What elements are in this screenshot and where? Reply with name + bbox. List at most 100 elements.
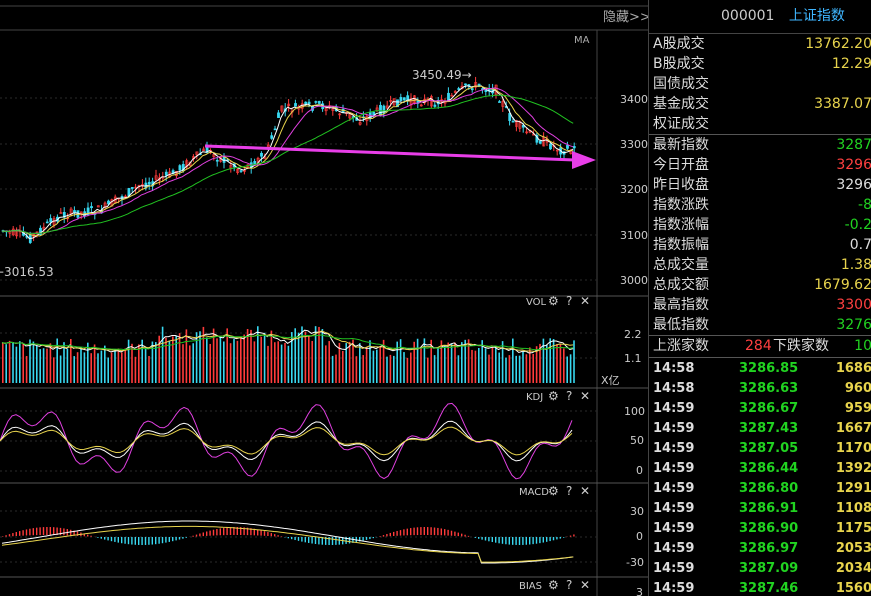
tick-time: 14:59 (653, 521, 695, 536)
stat-row: 最低指数 3276 (649, 315, 871, 335)
kdj-gear-icon[interactable]: ⚙ (548, 389, 559, 403)
stat-row: B股成交 12.29 (649, 54, 871, 74)
vol-gear-icon[interactable]: ⚙ (548, 294, 559, 308)
tick-volume: 1667 (835, 421, 871, 436)
kdj-close-icon[interactable]: ✕ (580, 389, 590, 403)
vol-panel-title: VOL (526, 297, 547, 308)
tick-row: 14:59 3286.80 1291 (649, 479, 871, 499)
low-annotation: ←3016.53 (0, 265, 54, 279)
advance-decline-row: 上涨家数 284 下跌家数 10 (649, 336, 871, 358)
stat-row: 基金成交 3387.07 (649, 94, 871, 114)
macd-close-icon[interactable]: ✕ (580, 484, 590, 498)
stat-label: A股成交 (653, 36, 705, 52)
tick-time: 14:58 (653, 381, 695, 396)
candlesticks (1, 76, 576, 245)
tick-row: 14:59 3286.97 2053 (649, 539, 871, 559)
stat-label: B股成交 (653, 56, 705, 72)
tick-row: 14:59 3286.67 959 (649, 399, 871, 419)
tick-volume: 1170 (835, 441, 871, 456)
stat-value: 13762.20 (805, 36, 871, 52)
tick-price: 3287.46 (739, 581, 799, 596)
tick-row: 14:59 3287.05 1170 (649, 439, 871, 459)
stat-label: 昨日收盘 (653, 177, 709, 193)
stat-row: 权证成交 (649, 114, 871, 134)
stat-value: 3276 (836, 317, 871, 333)
vol-help-icon[interactable]: ? (566, 294, 572, 308)
tick-time: 14:58 (653, 361, 695, 376)
macd-tick: -30 (626, 556, 644, 569)
hide-toggle-link[interactable]: 隐藏>> (603, 10, 648, 25)
bias-close-icon[interactable]: ✕ (580, 578, 590, 592)
stat-label: 指数涨幅 (653, 217, 709, 233)
tick-list[interactable]: 14:58 3286.85 1686 14:58 3286.63 960 14:59 32… (649, 358, 871, 596)
kdj-tick: 0 (636, 464, 643, 477)
macd-gear-icon[interactable]: ⚙ (548, 484, 559, 498)
kdj-panel-title: KDJ (526, 392, 543, 403)
tick-row: 14:59 3286.44 1392 (649, 459, 871, 479)
tick-row: 14:59 3287.09 2034 (649, 559, 871, 579)
stat-value: -8 (858, 197, 871, 213)
vol-close-icon[interactable]: ✕ (580, 294, 590, 308)
tick-row: 14:58 3286.85 1686 (649, 359, 871, 379)
stat-label: 权证成交 (653, 116, 709, 132)
stat-row: 最高指数 3300 (649, 295, 871, 315)
stat-label: 总成交额 (653, 277, 709, 293)
stat-label: 最高指数 (653, 297, 709, 313)
tick-price: 3286.91 (739, 501, 799, 516)
bias-gear-icon[interactable]: ⚙ (548, 578, 559, 592)
stat-row: A股成交 13762.20 (649, 34, 871, 54)
tick-time: 14:59 (653, 441, 695, 456)
stat-label: 今日开盘 (653, 157, 709, 173)
vol-tick: 1.1 (624, 352, 642, 365)
advance-label: 上涨家数 (653, 338, 709, 354)
stat-row: 昨日收盘 3296 (649, 175, 871, 195)
tick-price: 3286.63 (739, 381, 799, 396)
tick-price: 3286.44 (739, 461, 799, 476)
kdj-tick: 50 (630, 434, 644, 447)
kdj-help-icon[interactable]: ? (566, 389, 572, 403)
stat-label: 总成交量 (653, 257, 709, 273)
decline-value: 10 (854, 338, 871, 354)
tick-price: 3287.09 (739, 561, 799, 576)
price-tick: 3000 (620, 274, 648, 287)
bias-panel-title: BIAS (519, 581, 542, 592)
tick-price: 3286.97 (739, 541, 799, 556)
stat-label: 最低指数 (653, 317, 709, 333)
stat-value: 3296 (836, 177, 871, 193)
price-tick: 3300 (620, 138, 648, 151)
kline-chart-area[interactable]: 隐藏>> MA 3400 3300 3200 3100 3000 3450.49… (0, 0, 648, 596)
tick-price: 3287.05 (739, 441, 799, 456)
tick-time: 14:59 (653, 481, 695, 496)
tick-price: 3286.80 (739, 481, 799, 496)
tick-volume: 1291 (835, 481, 871, 496)
tick-time: 14:59 (653, 561, 695, 576)
tick-row: 14:59 3287.43 1667 (649, 419, 871, 439)
grid-lines (0, 97, 597, 563)
tick-volume: 1686 (835, 361, 871, 376)
tick-row: 14:59 3287.46 1560 (649, 579, 871, 596)
stat-value: -0.2 (844, 217, 871, 233)
stat-label: 基金成交 (653, 96, 709, 112)
tick-price: 3286.90 (739, 521, 799, 536)
ma-label: MA (574, 35, 590, 46)
tick-row: 14:59 3286.90 1175 (649, 519, 871, 539)
macd-tick: 0 (636, 530, 643, 543)
stat-value: 3296 (836, 157, 871, 173)
price-tick: 3200 (620, 183, 648, 196)
tick-volume: 1175 (835, 521, 871, 536)
stat-label: 指数涨跌 (653, 197, 709, 213)
stat-row: 指数涨幅 -0.2 (649, 215, 871, 235)
index-name[interactable]: 上证指数 (789, 8, 845, 24)
tick-volume: 2034 (835, 561, 871, 576)
stat-row: 国债成交 (649, 74, 871, 94)
tick-time: 14:59 (653, 421, 695, 436)
macd-help-icon[interactable]: ? (566, 484, 572, 498)
stat-row: 最新指数 3287 (649, 135, 871, 155)
vol-unit: X亿 (601, 374, 620, 387)
stat-row: 指数振幅 0.7 (649, 235, 871, 255)
price-tick: 3100 (620, 229, 648, 242)
advance-value: 284 (745, 338, 772, 354)
bias-help-icon[interactable]: ? (566, 578, 572, 592)
tick-time: 14:59 (653, 581, 695, 596)
tick-time: 14:59 (653, 501, 695, 516)
